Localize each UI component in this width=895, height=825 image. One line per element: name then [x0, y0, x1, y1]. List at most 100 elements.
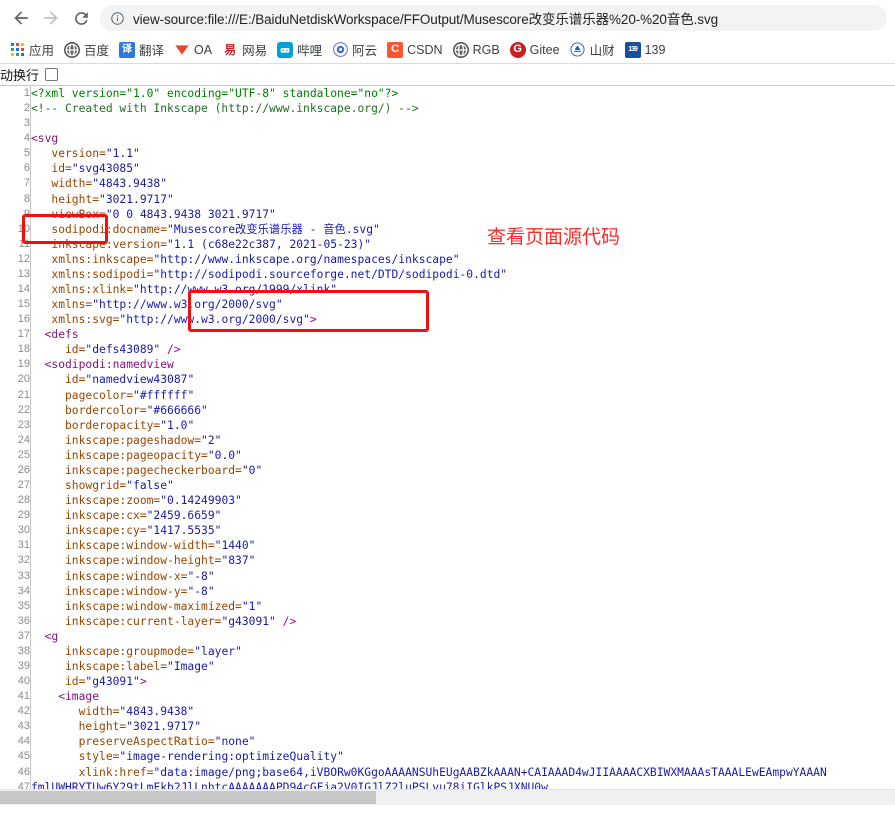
- line-code[interactable]: height="3021.9717": [31, 719, 895, 734]
- line-code[interactable]: <g: [31, 629, 895, 644]
- line-code[interactable]: width="4843.9438": [31, 704, 895, 719]
- line-code[interactable]: <image: [31, 689, 895, 704]
- source-line: 31 inkscape:window-width="1440": [0, 538, 895, 554]
- line-code[interactable]: inkscape:zoom="0.14249903": [31, 493, 895, 508]
- line-code[interactable]: borderopacity="1.0": [31, 418, 895, 433]
- bookmark-rgb[interactable]: RGB: [448, 38, 505, 62]
- line-code[interactable]: <sodipodi:namedview: [31, 357, 895, 372]
- line-code[interactable]: inkscape:cy="1417.5535": [31, 523, 895, 538]
- back-button[interactable]: [6, 3, 36, 33]
- line-code[interactable]: id="namedview43087": [31, 372, 895, 387]
- code-token: "1417.5535": [146, 524, 222, 538]
- code-token: <sodipodi:namedview: [31, 358, 174, 372]
- line-code[interactable]: xmlns="http://www.w3.org/2000/svg": [31, 297, 895, 312]
- annotation-note-view-page-source: 查看页面源代码: [487, 226, 621, 248]
- address-bar[interactable]: view-source:file:///E:/BaiduNetdiskWorks…: [100, 5, 887, 31]
- line-code[interactable]: inkscape:window-width="1440": [31, 538, 895, 553]
- bookmark-label: RGB: [472, 42, 500, 57]
- line-code[interactable]: bordercolor="#666666": [31, 403, 895, 418]
- line-code[interactable]: <defs: [31, 327, 895, 342]
- code-token: height=: [31, 192, 100, 206]
- line-code[interactable]: pagecolor="#ffffff": [31, 388, 895, 403]
- bookmark-apps[interactable]: 应用: [4, 38, 59, 62]
- code-token: id=: [31, 675, 86, 689]
- code-token: style=: [31, 750, 120, 764]
- bookmark-translate[interactable]: 译 翻译: [114, 38, 169, 62]
- forward-button[interactable]: [36, 3, 66, 33]
- line-code[interactable]: <svg: [31, 131, 895, 146]
- line-code[interactable]: viewBox="0 0 4843.9438 3021.9717": [31, 207, 895, 222]
- line-code[interactable]: style="image-rendering:optimizeQuality": [31, 749, 895, 764]
- source-line: 5 version="1.1": [0, 146, 895, 162]
- line-code[interactable]: inkscape:window-y="-8": [31, 584, 895, 599]
- line-code[interactable]: xmlns:svg="http://www.w3.org/2000/svg">: [31, 312, 895, 327]
- line-code[interactable]: width="4843.9438": [31, 176, 895, 191]
- bookmark-aliyun[interactable]: 阿云: [327, 38, 382, 62]
- code-token: width=: [31, 177, 93, 191]
- line-code[interactable]: sodipodi:docname="Musescore改变乐谱乐器 - 音色.s…: [31, 222, 895, 237]
- line-code[interactable]: height="3021.9717": [31, 192, 895, 207]
- bookmark-shancai[interactable]: 山财: [565, 38, 620, 62]
- code-token: <!-- Created with Inkscape (http://www.i…: [31, 102, 419, 116]
- line-code[interactable]: inkscape:window-x="-8": [31, 569, 895, 584]
- source-line: 22 bordercolor="#666666": [0, 402, 895, 418]
- line-code[interactable]: version="1.1": [31, 146, 895, 161]
- source-line: 19 <sodipodi:namedview: [0, 357, 895, 373]
- line-code[interactable]: xmlns:xlink="http://www.w3.org/1999/xlin…: [31, 282, 895, 297]
- line-code[interactable]: inkscape:label="Image": [31, 659, 895, 674]
- line-code[interactable]: inkscape:current-layer="g43091" />: [31, 614, 895, 629]
- word-wrap-checkbox[interactable]: [45, 68, 59, 81]
- line-number: 30: [0, 523, 31, 539]
- source-line: 17 <defs: [0, 327, 895, 343]
- line-code[interactable]: xmlns:sodipodi="http://sodipodi.sourcefo…: [31, 267, 895, 282]
- line-number: 20: [0, 372, 31, 388]
- source-line: 1 <?xml version="1.0" encoding="UTF-8" st…: [0, 86, 895, 102]
- forward-arrow-icon: [41, 8, 61, 28]
- source-code-viewport[interactable]: 1 <?xml version="1.0" encoding="UTF-8" st…: [0, 86, 895, 805]
- reload-button[interactable]: [66, 3, 96, 33]
- line-code[interactable]: inkscape:window-height="837": [31, 553, 895, 568]
- bookmark-baidu[interactable]: 百度: [59, 38, 114, 62]
- code-token: preserveAspectRatio=: [31, 735, 215, 749]
- line-code[interactable]: id="svg43085": [31, 161, 895, 176]
- bookmark-bilibili[interactable]: 哔哩: [272, 38, 327, 62]
- source-line: 38 inkscape:groupmode="layer": [0, 643, 895, 659]
- code-token: "defs43089": [85, 343, 168, 357]
- code-token: "0 0 4843.9438 3021.9717": [105, 207, 276, 221]
- bookmark-netease[interactable]: 易 网易: [217, 38, 272, 62]
- line-code[interactable]: xlink:href="data:image/png;base64,iVBORw…: [31, 765, 895, 780]
- info-circle-icon[interactable]: [110, 11, 125, 26]
- source-line: 45 style="image-rendering:optimizeQualit…: [0, 749, 895, 765]
- line-code[interactable]: inkscape:pageshadow="2": [31, 433, 895, 448]
- bookmark-oa[interactable]: OA: [169, 38, 217, 62]
- code-token: inkscape:version=: [31, 237, 168, 251]
- line-code[interactable]: [31, 116, 895, 131]
- bookmark-139[interactable]: 139 139: [620, 38, 671, 62]
- line-code[interactable]: preserveAspectRatio="none": [31, 734, 895, 749]
- line-code[interactable]: inkscape:window-maximized="1": [31, 599, 895, 614]
- code-token: "false": [126, 479, 174, 493]
- line-code[interactable]: inkscape:groupmode="layer": [31, 644, 895, 659]
- source-line: 27 showgrid="false": [0, 478, 895, 494]
- line-code[interactable]: inkscape:cx="2459.6659": [31, 508, 895, 523]
- source-line: 33 inkscape:window-x="-8": [0, 568, 895, 584]
- line-code[interactable]: <?xml version="1.0" encoding="UTF-8" sta…: [31, 86, 895, 101]
- line-code[interactable]: inkscape:pageopacity="0.0": [31, 448, 895, 463]
- line-code[interactable]: inkscape:version="1.1 (c68e22c387, 2021-…: [31, 237, 895, 252]
- line-number: 23: [0, 417, 31, 433]
- horizontal-scrollbar-thumb[interactable]: [0, 791, 376, 804]
- bookmark-gitee[interactable]: G Gitee: [505, 38, 565, 62]
- line-code[interactable]: inkscape:pagecheckerboard="0": [31, 463, 895, 478]
- code-token: "http://sodipodi.sourceforge.net/DTD/sod…: [153, 267, 508, 281]
- code-token: "1440": [214, 539, 256, 553]
- horizontal-scrollbar[interactable]: [0, 789, 895, 805]
- line-code[interactable]: xmlns:inkscape="http://www.inkscape.org/…: [31, 252, 895, 267]
- line-code[interactable]: id="defs43089" />: [31, 342, 895, 357]
- code-token: "http://www.w3.org/1999/xlink": [133, 283, 338, 297]
- line-code[interactable]: showgrid="false": [31, 478, 895, 493]
- browser-chrome: view-source:file:///E:/BaiduNetdiskWorks…: [0, 0, 895, 64]
- line-code[interactable]: <!-- Created with Inkscape (http://www.i…: [31, 101, 895, 116]
- bookmark-csdn[interactable]: C CSDN: [382, 38, 447, 62]
- line-code[interactable]: id="g43091">: [31, 674, 895, 689]
- source-line: 6 id="svg43085": [0, 161, 895, 177]
